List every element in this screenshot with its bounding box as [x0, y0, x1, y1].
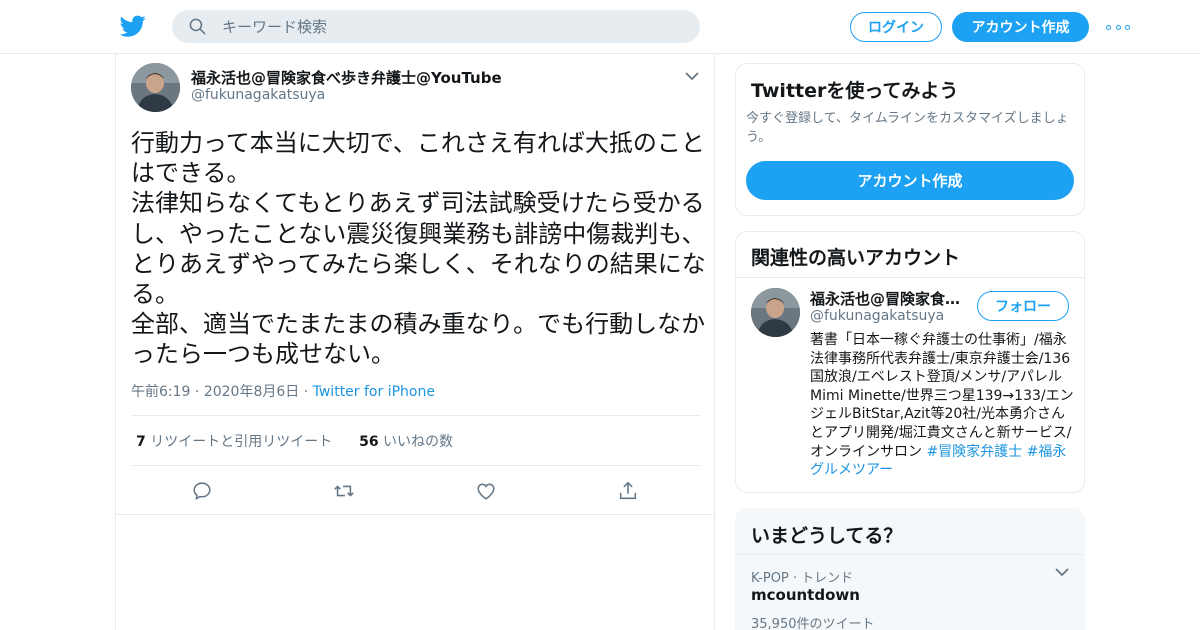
chevron-down-icon[interactable] — [685, 71, 699, 81]
signup-card: Twitterを使ってみよう 今すぐ登録して、タイムラインをカスタマイズしましょ… — [735, 63, 1085, 216]
author-name[interactable]: 福永活也@冒険家食べ歩き弁護士@YouTube — [191, 67, 502, 88]
retweet-label: リツイートと引用リツイート — [150, 434, 333, 450]
tweet-text: 行動力って本当に大切で、これさえ有れば大抵のことはできる。 法律知らなくてもとり… — [131, 129, 706, 369]
tweet-meta: 午前6:19 · 2020年8月6日 · Twitter for iPhone — [131, 381, 435, 401]
signup-card-title: Twitterを使ってみよう — [751, 80, 959, 102]
like-stat[interactable]: 56 いいねの数 — [359, 434, 453, 450]
search-box[interactable] — [172, 10, 700, 43]
twitter-bird-icon[interactable] — [120, 13, 146, 39]
trend-name[interactable]: mcountdown — [751, 586, 860, 604]
like-label: いいねの数 — [383, 434, 454, 450]
avatar[interactable] — [751, 288, 800, 337]
more-dots-icon[interactable] — [1106, 22, 1130, 32]
signup-card-button[interactable]: アカウント作成 — [746, 161, 1074, 200]
divider — [131, 465, 700, 466]
related-account-bio: 著書「日本一稼ぐ弁護士の仕事術」/福永法律事務所代表弁護士/東京弁護士会/136… — [810, 331, 1076, 480]
reply-icon[interactable] — [191, 480, 213, 502]
search-input[interactable] — [222, 10, 682, 43]
trends-card-title: いまどうしてる？ — [751, 525, 903, 547]
related-account-handle[interactable]: @fukunagakatsuya — [810, 308, 944, 324]
tweet-detail: 福永活也@冒険家食べ歩き弁護士@YouTube @fukunagakatsuya… — [115, 53, 715, 630]
tweet-stats: 7 リツイートと引用リツイート 56 いいねの数 — [136, 431, 453, 451]
signup-button[interactable]: アカウント作成 — [952, 12, 1089, 42]
login-button[interactable]: ログイン — [850, 12, 942, 42]
retweet-stat[interactable]: 7 リツイートと引用リツイート — [136, 434, 332, 450]
like-icon[interactable] — [475, 480, 497, 502]
trend-category: K-POP · トレンド — [751, 571, 854, 586]
meta-separator: · — [194, 384, 204, 400]
chevron-down-icon[interactable] — [1055, 567, 1069, 577]
top-nav-bar: ログイン アカウント作成 — [0, 0, 1200, 54]
bio-text: 著書「日本一稼ぐ弁護士の仕事術」/福永法律事務所代表弁護士/東京弁護士会/136… — [810, 332, 1074, 460]
signup-card-description: 今すぐ登録して、タイムラインをカスタマイズしましょう。 — [746, 111, 1069, 145]
related-accounts-card: 関連性の高いアカウント 福永活也@冒険家食べ歩き弁護士@YouTube @fuk… — [735, 231, 1085, 493]
divider — [736, 554, 1084, 555]
follow-button[interactable]: フォロー — [977, 291, 1069, 321]
meta-separator: · — [303, 384, 313, 400]
tweet-time[interactable]: 午前6:19 — [131, 384, 190, 400]
avatar[interactable] — [131, 63, 180, 112]
divider — [736, 277, 1084, 278]
divider — [116, 514, 714, 515]
retweet-count: 7 — [136, 434, 146, 450]
tweet-date[interactable]: 2020年8月6日 — [204, 384, 299, 400]
tweet-source-link[interactable]: Twitter for iPhone — [313, 384, 435, 400]
trend-tweet-count: 35,950件のツイート — [751, 617, 875, 630]
author-handle[interactable]: @fukunagakatsuya — [191, 87, 325, 103]
retweet-icon[interactable] — [333, 480, 355, 502]
search-icon — [189, 18, 206, 35]
share-icon[interactable] — [617, 480, 639, 502]
hashtag-link[interactable]: #冒険家弁護士 — [926, 444, 1022, 460]
related-account-name[interactable]: 福永活也@冒険家食べ歩き弁護士@YouTube — [810, 288, 965, 309]
divider — [131, 415, 700, 416]
related-card-title: 関連性の高いアカウント — [751, 247, 961, 269]
trends-card: いまどうしてる？ K-POP · トレンド mcountdown 35,950件… — [735, 508, 1085, 630]
like-count: 56 — [359, 434, 379, 450]
